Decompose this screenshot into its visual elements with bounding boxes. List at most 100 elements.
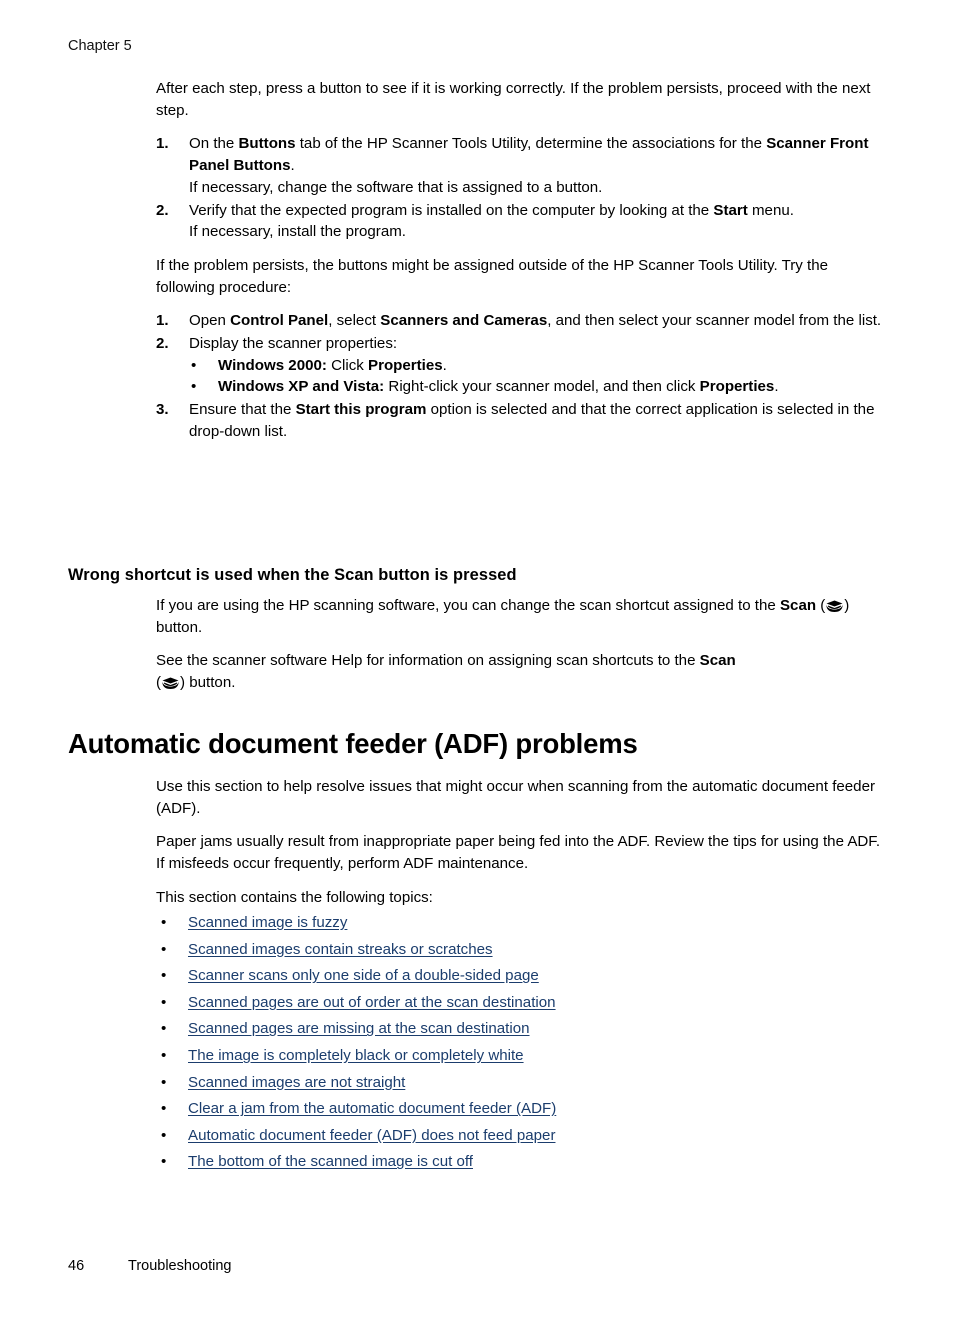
adf-paragraph-2: Paper jams usually result from inappropr… [156,833,881,873]
procedure-list-two: 1. Open Control Panel, select Scanners a… [156,310,886,442]
topic-link-streaks-or-scratches[interactable]: Scanned images contain streaks or scratc… [188,941,493,958]
bullet-icon: • [161,940,167,958]
bullet-text: Windows 2000: Click Properties. [218,357,447,374]
topic-link-scanned-image-is-fuzzy[interactable]: Scanned image is fuzzy [188,914,347,931]
wrong-shortcut-body: If you are using the HP scanning softwar… [156,595,886,706]
text-run: Right-click your scanner model, and then… [384,378,700,396]
text-run: . [774,378,779,396]
text-run: ( [816,597,826,614]
adf-paragraph-3: This section contains the following topi… [156,888,433,906]
list-item-text: Ensure that the Start this program optio… [189,399,886,442]
list-item: • Scanned pages are missing at the scan … [156,1016,886,1043]
intro-block: After each step, press a button to see i… [156,78,886,121]
topic-link-bottom-cut-off[interactable]: The bottom of the scanned image is cut o… [188,1153,473,1170]
document-page: Chapter 5 After each step, press a butto… [0,0,954,1321]
list-item: 2. Verify that the expected program is i… [156,200,886,243]
bold-run: Properties [368,356,443,374]
intro-paragraph: After each step, press a button to see i… [156,80,871,119]
list-item: • Scanned images are not straight [156,1070,886,1097]
bullet-icon: • [161,1100,167,1118]
bold-run: Start this program [295,401,427,419]
list-item: • The image is completely black or compl… [156,1043,886,1070]
text-run: Click [326,356,368,374]
bullet-icon: • [161,1126,167,1144]
page-footer: 46 Troubleshooting [68,1257,888,1275]
subsection-heading-wrong-shortcut: Wrong shortcut is used when the Scan but… [68,566,517,584]
text-run: Open [189,312,231,330]
list-marker: 3. [156,401,169,419]
bullet-icon: • [161,1046,167,1064]
topic-link-pages-missing[interactable]: Scanned pages are missing at the scan de… [188,1020,530,1037]
text-run: ) button. [180,674,236,692]
bullet-icon: • [161,1073,167,1091]
text-run: Verify that the expected program is inst… [189,201,714,219]
list-item: • The bottom of the scanned image is cut… [156,1149,886,1176]
list-item: • Automatic document feeder (ADF) does n… [156,1123,886,1150]
list-marker: 2. [156,201,169,219]
list-item: • Clear a jam from the automatic documen… [156,1096,886,1123]
list-item: • Scanned images contain streaks or scra… [156,937,886,964]
bullet-icon: • [191,378,197,396]
topic-link-clear-a-jam[interactable]: Clear a jam from the automatic document … [188,1100,556,1117]
text-run: If you are using the HP scanning softwar… [156,597,780,614]
bold-run: Scan [779,597,817,614]
bullet-icon: • [161,1153,167,1171]
wrong-shortcut-paragraph-2: See the scanner software Help for inform… [156,650,886,693]
bridge-paragraph: If the problem persists, the buttons mig… [156,256,829,296]
footer-section-label: Troubleshooting [128,1258,232,1274]
text-run: . [442,356,447,374]
bridge-block: If the problem persists, the buttons mig… [156,255,886,298]
footer-page-number: 46 [68,1258,85,1274]
list-item-followup: If necessary, install the program. [189,223,406,241]
list-item: • Scanned pages are out of order at the … [156,990,886,1017]
text-run: tab of the HP Scanner Tools Utility, det… [295,135,767,153]
bold-run: Scanners and Cameras [380,312,548,330]
bullet-text: Windows XP and Vista: Right-click your s… [218,378,779,395]
list-item: • Windows XP and Vista: Right-click your… [189,376,886,398]
topic-link-pages-out-of-order[interactable]: Scanned pages are out of order at the sc… [188,994,556,1011]
text-run: See the scanner software Help for inform… [156,652,700,670]
list-item: • Scanner scans only one side of a doubl… [156,963,886,990]
text-run: menu. [747,201,794,219]
topic-link-adf-does-not-feed-paper[interactable]: Automatic document feeder (ADF) does not… [188,1127,555,1144]
list-item: 3. Ensure that the Start this program op… [156,399,886,442]
text-run: Ensure that the [189,401,296,419]
list-item-text: Open Control Panel, select Scanners and … [189,310,886,332]
bold-run: Windows 2000: [218,356,327,374]
scan-button-icon [161,676,180,691]
bullet-icon: • [191,356,197,374]
bold-run: Start [713,201,748,219]
list-item-text: Verify that the expected program is inst… [189,200,886,222]
adf-paragraph-1: Use this section to help resolve issues … [156,778,876,817]
list-marker: 2. [156,335,169,353]
text-run: . [290,157,295,175]
bold-run: Control Panel [230,312,329,330]
list-marker: 1. [156,135,169,153]
list-item-text: Display the scanner properties: [189,335,398,353]
adf-body: Use this section to help resolve issues … [156,776,886,915]
list-item: • Windows 2000: Click Properties. [189,355,886,377]
bold-run: Properties [699,378,775,396]
bullet-icon: • [161,993,167,1011]
topic-link-images-not-straight[interactable]: Scanned images are not straight [188,1074,405,1091]
running-head-chapter: Chapter 5 [68,38,132,54]
list-item: 1. Open Control Panel, select Scanners a… [156,310,886,332]
bold-run: Windows XP and Vista: [218,378,385,396]
bullet-icon: • [161,914,167,931]
windows-version-bullets: • Windows 2000: Click Properties. • Wind… [189,355,886,398]
bold-run: Buttons [238,135,296,153]
list-item-text: On the Buttons tab of the HP Scanner Too… [189,133,886,176]
scan-button-icon [825,599,844,614]
topic-link-one-side-of-double-sided-page[interactable]: Scanner scans only one side of a double-… [188,967,539,984]
procedure-list-one: 1. On the Buttons tab of the HP Scanner … [156,133,886,243]
text-run: , select [328,312,381,330]
text-run: , and then select your scanner model fro… [547,312,882,330]
list-item: 2. Display the scanner properties: • Win… [156,333,886,398]
list-marker: 1. [156,312,169,330]
topic-link-list: • Scanned image is fuzzy • Scanned image… [156,910,886,1176]
wrong-shortcut-paragraph-1: If you are using the HP scanning softwar… [156,595,886,638]
bold-run: Scan [699,652,736,670]
bullet-icon: • [161,967,167,985]
topic-link-completely-black-or-white[interactable]: The image is completely black or complet… [188,1047,524,1064]
list-item: 1. On the Buttons tab of the HP Scanner … [156,133,886,198]
